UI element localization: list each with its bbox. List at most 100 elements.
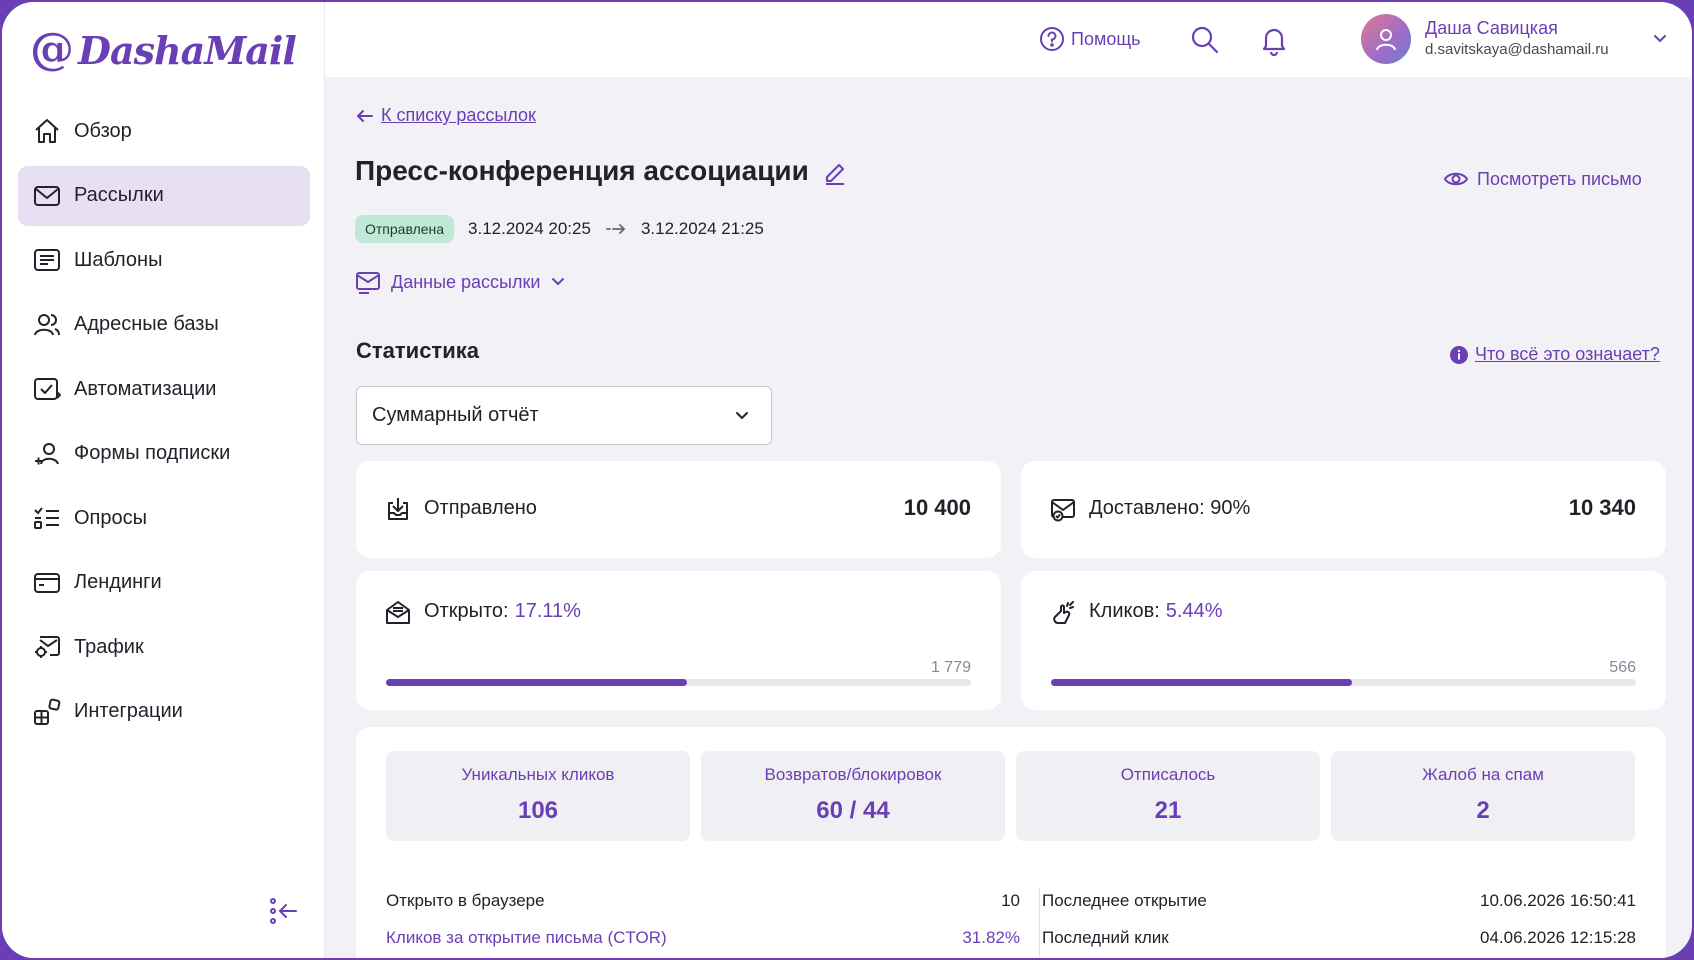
collapse-sidebar-button[interactable]: [268, 894, 300, 928]
tile-value: 106: [517, 797, 559, 824]
tile-label: Отписалось: [1120, 765, 1216, 784]
status-row: Отправлена 3.12.2024 20:25 3.12.2024 21:…: [355, 215, 764, 243]
sidebar-item-label: Шаблоны: [74, 248, 163, 271]
info-icon: [1450, 345, 1468, 364]
clicks-progress-fill: [1051, 679, 1353, 686]
view-letter-label: Посмотреть письмо: [1477, 168, 1642, 189]
sidebar-item-surveys[interactable]: Опросы: [18, 488, 310, 548]
tile-value: 21: [1154, 797, 1182, 824]
delivered-value: 10 340: [1568, 495, 1636, 520]
sidebar-item-label: Формы подписки: [74, 442, 231, 464]
user-email: d.savitskaya@dashamail.ru: [1425, 41, 1609, 58]
sidebar-item-overview[interactable]: Обзор: [18, 101, 310, 161]
checklist-icon: [34, 507, 59, 529]
opened-in-browser-label: Открыто в браузере: [386, 891, 545, 910]
avatar: [1361, 14, 1411, 64]
eye-icon: [1443, 172, 1469, 186]
browser-icon: [34, 572, 60, 593]
sidebar-item-label: Рассылки: [74, 184, 164, 206]
sidebar-item-label: Автоматизации: [74, 377, 217, 400]
delivered-icon: [1051, 499, 1075, 522]
app-window: @ DashaMail Обзор Рассылки Шаблоны Адрес…: [0, 0, 1694, 960]
last-click-value: 04.06.2026 12:15:28: [1480, 928, 1636, 947]
mail-icon: [34, 185, 60, 206]
tile-value: 2: [1476, 797, 1490, 824]
automation-icon: [34, 378, 61, 400]
report-select-value: Суммарный отчёт: [372, 404, 539, 426]
sidebar-item-landings[interactable]: Лендинги: [18, 553, 310, 613]
sidebar-item-templates[interactable]: Шаблоны: [18, 230, 310, 290]
spam-complaints-tile: Жалоб на спам 2: [1331, 751, 1635, 841]
main-content: К списку рассылок Пресс-конференция ассо…: [325, 77, 1692, 958]
notifications-button[interactable]: [1258, 24, 1290, 57]
user-name: Даша Савицкая: [1425, 18, 1558, 38]
bell-icon: [1262, 28, 1286, 57]
sidebar-item-label: Лендинги: [74, 571, 162, 593]
sent-label: Отправлено: [424, 497, 537, 520]
what-does-it-mean-link[interactable]: Что всё это означает?: [1449, 344, 1660, 365]
opened-progress-bar: [386, 679, 971, 686]
back-to-list-link[interactable]: К списку рассылок: [355, 105, 536, 126]
sidebar-item-traffic[interactable]: Трафик: [18, 617, 310, 677]
logo[interactable]: @ DashaMail: [30, 24, 297, 76]
arrow-right-icon: [606, 224, 626, 234]
tile-value: 60 / 44: [816, 797, 890, 824]
integrations-icon: [34, 698, 61, 725]
status-badge: Отправлена: [355, 215, 455, 243]
sidebar-item-label: Адресные базы: [74, 313, 219, 335]
delivered-label: Доставлено: 90%: [1089, 497, 1250, 520]
back-link-label: К списку рассылок: [381, 105, 536, 125]
details-divider: [1039, 887, 1040, 957]
user-menu[interactable]: Даша Савицкая d.savitskaya@dashamail.ru: [1361, 14, 1666, 64]
page-title: Пресс-конференция ассоциации: [355, 155, 809, 186]
sent-label-text: Отправлено: [424, 497, 537, 519]
last-open-label: Последнее открытие: [1042, 891, 1207, 910]
clicks-label-text: Кликов:: [1089, 600, 1160, 622]
mailing-data-toggle[interactable]: Данные рассылки: [355, 269, 566, 295]
help-label: Помощь: [1071, 28, 1141, 49]
opened-count: 1 779: [930, 659, 971, 676]
sent-card: Отправлено 10 400: [356, 461, 1001, 558]
add-user-icon: [35, 442, 59, 464]
ctor-value: 31.82%: [962, 928, 1020, 947]
send-start-time: 3.12.2024 20:25: [468, 219, 591, 238]
last-click-label: Последний клик: [1042, 928, 1169, 947]
mailing-data-icon: [356, 272, 380, 294]
unique-clicks-tile: Уникальных кликов 106: [386, 751, 690, 841]
clicks-count: 566: [1609, 659, 1636, 676]
sidebar-item-integrations[interactable]: Интеграции: [18, 682, 310, 742]
clicks-card: Кликов: 5.44% 566: [1021, 571, 1666, 710]
summary-card: Уникальных кликов 106 Возвратов/блокиров…: [356, 727, 1666, 958]
chevron-down-icon: [1654, 35, 1666, 43]
sidebar-item-contacts[interactable]: Адресные базы: [18, 295, 310, 355]
help-button[interactable]: Помощь: [1039, 26, 1141, 52]
opened-progress-fill: [386, 679, 688, 686]
sidebar-item-mailings[interactable]: Рассылки: [18, 165, 310, 226]
stats-section-title: Статистика: [356, 338, 479, 363]
opened-icon: [386, 601, 410, 624]
view-letter-button[interactable]: Посмотреть письмо: [1443, 166, 1642, 192]
unsubscribed-tile: Отписалось 21: [1016, 751, 1320, 841]
clicks-progress-bar: [1051, 679, 1636, 686]
tile-label: Уникальных кликов: [461, 765, 615, 784]
sidebar-item-forms[interactable]: Формы подписки: [18, 424, 310, 484]
pencil-icon: [826, 164, 844, 185]
user-info: Даша Савицкая d.savitskaya@dashamail.ru: [1425, 17, 1609, 61]
search-button[interactable]: [1189, 24, 1221, 56]
sidebar-item-label: Интеграции: [74, 700, 183, 722]
opened-in-browser-value: 10: [1001, 891, 1020, 910]
edit-title-button[interactable]: [822, 159, 848, 190]
sidebar-item-label: Трафик: [74, 635, 144, 658]
logo-name: DashaMail: [78, 27, 297, 73]
top-header: Помощь Даша Савицкая d.savitskaya@dasham…: [325, 2, 1692, 77]
collapse-icon: [270, 898, 297, 924]
report-type-select[interactable]: Суммарный отчёт: [356, 386, 772, 445]
opened-card: Открыто: 17.11% 1 779: [356, 571, 1001, 710]
ctor-label[interactable]: Кликов за открытие письма (CTOR): [386, 928, 667, 948]
help-icon: [1040, 27, 1064, 51]
delivered-label-text: Доставлено: 90%: [1089, 497, 1251, 519]
chevron-down-icon: [736, 411, 748, 419]
sidebar-item-automation[interactable]: Автоматизации: [18, 359, 310, 419]
home-icon: [35, 119, 59, 143]
last-open-value: 10.06.2026 16:50:41: [1480, 891, 1636, 910]
